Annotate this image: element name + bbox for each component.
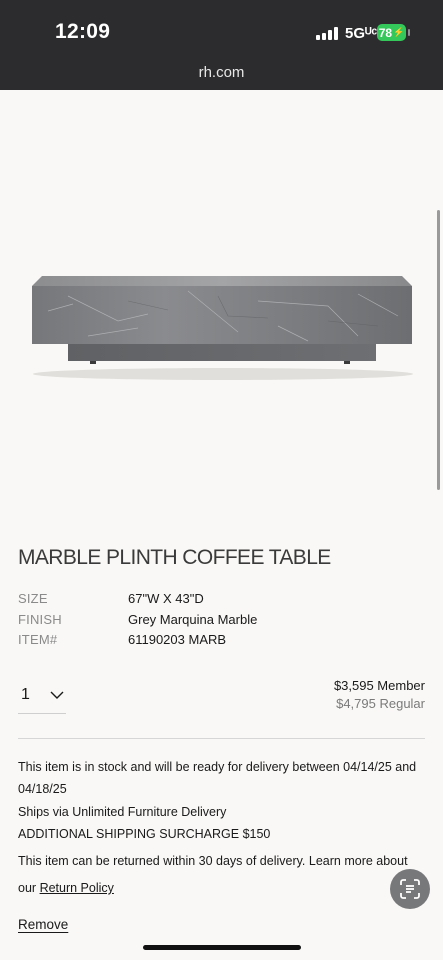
scan-text-icon xyxy=(400,879,420,899)
stock-message-line1: This item is in stock and will be ready … xyxy=(18,760,417,774)
battery-icon: 78 ⚡ xyxy=(377,24,410,41)
network-type: 5Gᵁᶜ xyxy=(345,25,378,42)
price-regular: $4,795 Regular xyxy=(336,696,425,711)
price-member: $3,595 Member xyxy=(333,678,425,693)
ships-via-text: Ships via Unlimited Furniture Delivery xyxy=(18,805,227,819)
chevron-down-icon xyxy=(50,691,64,699)
quantity-select[interactable]: 1 xyxy=(18,684,66,714)
scrollbar[interactable] xyxy=(437,210,440,490)
return-prefix: our xyxy=(18,881,37,895)
spec-value-item: 61190203 MARB xyxy=(128,632,227,647)
return-message-line1: This item can be returned within 30 days… xyxy=(18,854,408,868)
return-policy-link[interactable]: Return Policy xyxy=(40,881,114,895)
spec-value-finish: Grey Marquina Marble xyxy=(128,612,258,627)
product-title: MARBLE PLINTH COFFEE TABLE xyxy=(18,546,331,569)
shipping-surcharge-text: ADDITIONAL SHIPPING SURCHARGE $150 xyxy=(18,827,271,841)
quantity-value: 1 xyxy=(21,686,30,703)
scan-text-button[interactable] xyxy=(390,869,430,909)
address-bar-url[interactable]: rh.com xyxy=(0,64,443,81)
battery-level: 78 xyxy=(378,25,393,40)
home-indicator[interactable] xyxy=(143,945,301,950)
signal-icon xyxy=(316,27,338,40)
product-image xyxy=(32,276,413,380)
spec-value-size: 67"W X 43"D xyxy=(128,591,204,606)
spec-label-finish: FINISH xyxy=(18,612,62,627)
spec-label-size: SIZE xyxy=(18,591,48,606)
spec-label-item: ITEM# xyxy=(18,632,58,647)
divider xyxy=(18,738,425,739)
status-time: 12:09 xyxy=(55,20,111,43)
stock-message-line2: 04/18/25 xyxy=(18,782,67,796)
status-bar: 12:09 5Gᵁᶜ 78 ⚡ rh.com xyxy=(0,0,443,90)
remove-button[interactable]: Remove xyxy=(18,917,68,932)
return-message-line2: our Return Policy xyxy=(18,877,114,899)
